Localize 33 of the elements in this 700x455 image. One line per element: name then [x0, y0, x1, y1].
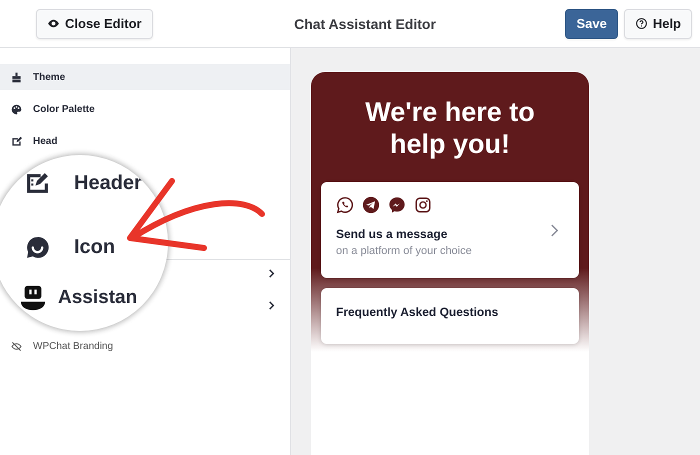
palette-icon — [11, 104, 22, 114]
robot-icon — [20, 285, 46, 311]
chevron-icon[interactable] — [267, 300, 276, 310]
sidebar-item-label: Header — [74, 172, 142, 195]
chat-bubble-icon — [25, 235, 50, 260]
sidebar-item-label: Icon — [74, 236, 116, 259]
chevron-icon — [550, 224, 559, 237]
sidebar-item[interactable]: Color Palette — [0, 96, 290, 122]
close-editor-button[interactable]: Close Editor — [36, 8, 153, 38]
card-title: Send us a message — [336, 227, 448, 241]
widget-heading: We're here to help you! — [364, 96, 536, 160]
edit-icon — [25, 171, 50, 196]
faq-card[interactable]: Frequently Asked Questions — [321, 288, 579, 344]
card-title: Frequently Asked Questions — [336, 305, 500, 319]
eye-icon — [47, 17, 60, 30]
help-icon — [634, 17, 648, 30]
brush-icon — [11, 72, 22, 82]
editor-title: Chat Assistant Editor — [293, 16, 437, 32]
sidebar-item[interactable]: WPChat Branding — [0, 333, 290, 359]
edit-icon — [11, 136, 22, 146]
instagram-icon — [414, 196, 432, 214]
sidebar-item[interactable]: Head — [0, 128, 290, 154]
message-card[interactable]: Send us a message on a platform of your choice — [321, 182, 579, 278]
sidebar-item-label: Assistan — [58, 287, 138, 309]
help-button[interactable]: Help — [624, 8, 692, 38]
card-subtitle: on a platform of your choice — [336, 245, 473, 257]
sidebar-item[interactable]: Theme — [0, 64, 290, 90]
whatsapp-icon — [336, 196, 354, 214]
save-button[interactable]: Save — [565, 8, 618, 38]
messenger-icon — [388, 196, 406, 214]
chevron-icon[interactable] — [267, 268, 276, 278]
eye-off-icon — [11, 340, 22, 352]
telegram-icon — [362, 196, 380, 214]
